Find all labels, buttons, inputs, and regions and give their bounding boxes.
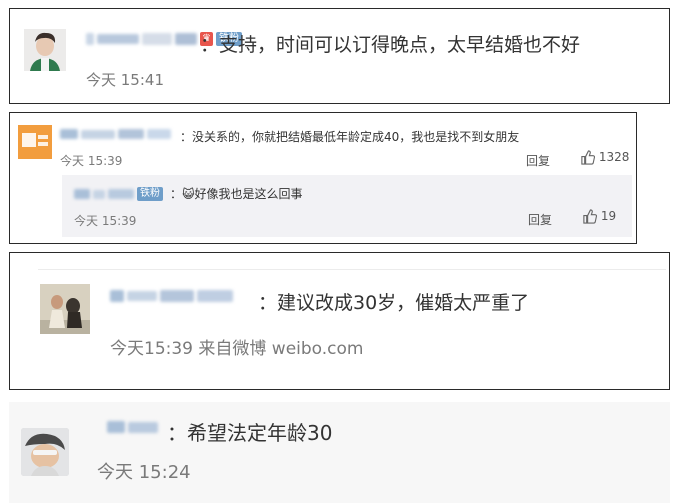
comment-text: ：没关系的，你就把结婚最低年龄定成40，我也是找不到女朋友 (180, 130, 520, 144)
like-count: 1328 (598, 150, 630, 164)
avatar[interactable] (21, 428, 69, 476)
like-button[interactable]: 1328 (580, 150, 629, 165)
avatar[interactable] (40, 284, 90, 334)
reply-button[interactable]: 回复 (526, 152, 550, 169)
reply-thread: 铁粉 ：😺好像我也是这么回事 今天 15:39 回复 19 (62, 175, 632, 237)
reply-time: 今天 15:39 (74, 214, 137, 228)
comment-time: 今天15:39 来自微博 weibo.com (110, 339, 364, 359)
reply-text: ：😺好像我也是这么回事 (170, 187, 303, 201)
comment-card: ♛ 铁粉 ：支持，时间可以订得晚点，太早结婚也不好 今天 15:41 (9, 8, 670, 104)
comment-text: ：建议改成30岁，催婚太严重了 (258, 292, 530, 314)
username[interactable] (60, 129, 171, 139)
reply-button[interactable]: 回复 (528, 211, 552, 228)
comment-card: ：没关系的，你就把结婚最低年龄定成40，我也是找不到女朋友 今天 15:39 回… (9, 112, 637, 244)
reply-username[interactable]: 铁粉 (74, 187, 163, 201)
like-count: 19 (600, 209, 617, 223)
fan-badge: 铁粉 (137, 187, 163, 201)
divider (38, 269, 666, 270)
thumbs-up-icon (583, 209, 597, 224)
comment-card: ：希望法定年龄30 今天 15:24 (9, 402, 670, 503)
like-button[interactable]: 19 (582, 209, 616, 224)
avatar[interactable] (24, 29, 66, 71)
comment-time: 今天 15:24 (97, 462, 191, 483)
comment-text: ：支持，时间可以订得晚点，太早结婚也不好 (200, 34, 581, 56)
username[interactable] (110, 290, 233, 302)
username[interactable] (107, 421, 158, 433)
comment-time: 今天 15:41 (86, 71, 164, 89)
avatar[interactable] (18, 125, 52, 159)
comment-time: 今天 15:39 (60, 154, 123, 168)
comment-text: ：希望法定年龄30 (167, 421, 333, 445)
comment-card: ：建议改成30岁，催婚太严重了 今天15:39 来自微博 weibo.com (9, 252, 670, 390)
thumbs-up-icon (581, 150, 595, 165)
